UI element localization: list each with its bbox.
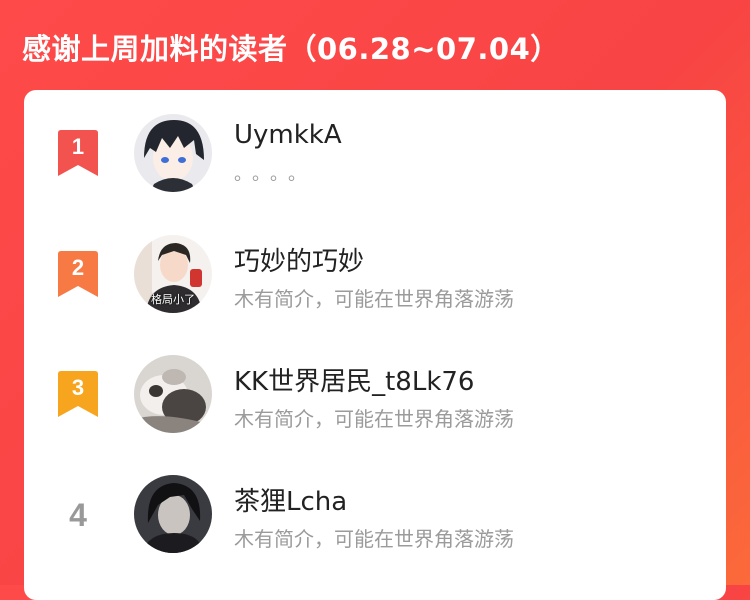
rank-ribbon-icon: 1 [58,130,98,176]
rank-number: 2 [71,255,85,280]
rank-number: 1 [71,134,85,159]
rank-ribbon-icon: 2 [58,251,98,297]
avatar-caption: 格局小了 [151,293,195,306]
rank-ribbon-icon: 3 [58,371,98,417]
reader-name: UymkkA [234,120,342,150]
reader-row[interactable]: 2 格局小了 巧妙的巧妙 木有简介，可能在世界角落游荡 [24,223,726,333]
rank-number: 4 [69,497,87,533]
reader-list-card: 1 UymkkA 。。。。 2 格局小了 巧妙的巧妙 木有简介，可能在世界角落游… [24,90,726,600]
rank-number: 3 [71,375,85,400]
reader-row[interactable]: 4 茶狸Lcha 木有简介，可能在世界角落游荡 [24,463,726,573]
reader-bio: 木有简介，可能在世界角落游荡 [234,527,514,551]
reader-name: 茶狸Lcha [234,487,348,517]
reader-bio: 木有简介，可能在世界角落游荡 [234,287,514,311]
anime-boy-avatar-icon[interactable] [134,114,212,192]
reader-name: 巧妙的巧妙 [234,247,365,277]
reader-name: KK世界居民_t8Lk76 [234,367,475,397]
portrait-avatar-icon[interactable] [134,475,212,553]
reader-row[interactable]: 3 KK世界居民_t8Lk76 木有简介，可能在世界角落游荡 [24,343,726,453]
reader-bio: 木有简介，可能在世界角落游荡 [234,407,514,431]
cat-photo-avatar-icon[interactable] [134,355,212,433]
reader-row[interactable]: 1 UymkkA 。。。。 [24,102,726,212]
photo-avatar-icon[interactable]: 格局小了 [134,235,212,313]
page-title: 感谢上周加料的读者（06.28~07.04） [22,32,560,66]
reader-bio: 。。。。 [234,164,315,185]
